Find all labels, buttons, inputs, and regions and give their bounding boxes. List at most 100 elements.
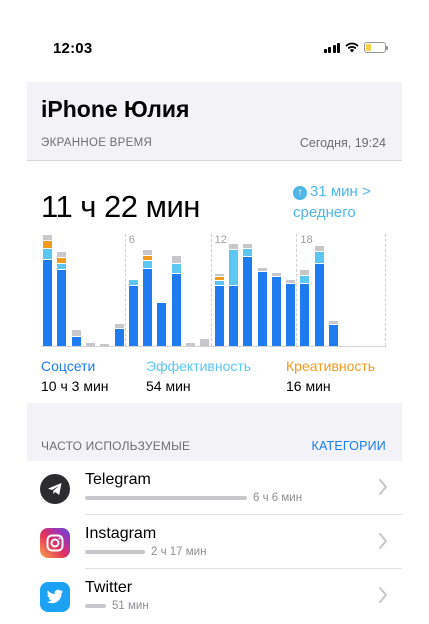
chart-bar xyxy=(200,339,210,346)
legend-value: 16 мин xyxy=(286,378,331,394)
usage-time: 51 мин xyxy=(112,600,149,612)
phone-screen: 12:03 iPhone Юлия ЭКРАННОЕ ВРЕМЯ Сегодня… xyxy=(27,26,402,624)
chart-bar xyxy=(228,244,238,346)
chart-bar-segment xyxy=(200,339,210,346)
compare-value: 31 мин > xyxy=(310,183,371,200)
chart-bar xyxy=(71,329,81,346)
chart-bar-segment xyxy=(171,256,181,264)
chart-bar xyxy=(271,272,281,346)
chart-bar-segment xyxy=(71,329,81,337)
app-name: Instagram xyxy=(85,525,157,542)
legend-value: 10 ч 3 мин xyxy=(41,378,109,394)
chart-bar xyxy=(329,320,338,346)
legend-value: 54 мин xyxy=(146,378,191,394)
battery-icon xyxy=(364,42,388,53)
chart-bar xyxy=(214,274,224,346)
most-used-title: ЧАСТО ИСПОЛЬЗУЕМЫЕ xyxy=(41,439,191,453)
chevron-right-icon xyxy=(379,479,387,495)
chart-bar-segment xyxy=(71,337,81,346)
chart-bar-segment xyxy=(214,285,224,346)
chart-bar-segment xyxy=(314,263,324,346)
usage-time: 2 ч 17 мин xyxy=(151,546,207,558)
legend-label: Креативность xyxy=(286,358,376,374)
status-time: 12:03 xyxy=(53,40,93,57)
chart-bar-segment xyxy=(329,325,338,346)
chart-bar-segment xyxy=(143,268,153,346)
chart-bar-segment xyxy=(271,277,281,346)
usage-time: 6 ч 6 мин xyxy=(253,492,303,504)
chart-tick-label: 6 xyxy=(128,234,135,246)
chart-bar xyxy=(85,342,95,346)
chart-bar xyxy=(314,246,324,346)
chart-bar xyxy=(57,251,67,346)
chart-bar-segment xyxy=(300,284,310,346)
wifi-icon xyxy=(345,42,359,53)
chart-gridline xyxy=(296,234,298,346)
chart-bar-segment xyxy=(43,240,52,248)
cellular-signal-icon xyxy=(323,42,340,53)
chart-bar xyxy=(300,270,310,346)
chart-bar-segment xyxy=(143,260,153,268)
chart-bar xyxy=(128,279,138,346)
usage-chart: 061218 xyxy=(41,234,386,347)
chart-bar xyxy=(100,344,110,346)
most-used-header: ЧАСТО ИСПОЛЬЗУЕМЫЕ КАТЕГОРИИ xyxy=(27,403,402,461)
app-row-twitter[interactable]: Twitter 51 мин xyxy=(27,569,402,623)
usage-bar xyxy=(85,496,247,500)
usage-bar xyxy=(85,550,145,554)
chart-bar xyxy=(257,267,267,346)
chart-bar-segment xyxy=(243,256,253,346)
chart-baseline xyxy=(41,346,386,347)
chart-bar xyxy=(286,279,296,346)
chart-gridline xyxy=(210,234,212,346)
chart-bar xyxy=(186,342,195,346)
usage-bar-container: 6 ч 6 мин xyxy=(85,492,302,504)
screen-time-card[interactable]: 11 ч 22 мин ↑31 мин > среднего 061218 Со… xyxy=(27,160,402,403)
chart-bar xyxy=(114,324,124,346)
instagram-icon xyxy=(40,528,70,558)
chart-bar-segment xyxy=(157,303,167,346)
chart-gridline xyxy=(124,234,126,346)
chart-bar-segment xyxy=(286,284,296,346)
chart-tick-label: 18 xyxy=(300,234,313,246)
chart-bar-segment xyxy=(171,273,181,346)
total-screen-time: 11 ч 22 мин xyxy=(41,189,200,224)
chevron-right-icon xyxy=(379,533,387,549)
legend-label: Соцсети xyxy=(41,358,96,374)
chart-bar-segment xyxy=(228,285,238,346)
chart-bar-segment xyxy=(57,270,67,346)
chevron-right-icon xyxy=(379,587,387,603)
chart-bar xyxy=(43,234,52,346)
usage-bar xyxy=(85,604,106,608)
device-title: iPhone Юлия xyxy=(41,96,190,122)
chart-bar-segment xyxy=(257,272,267,346)
chart-bar-segment xyxy=(243,248,253,256)
average-comparison[interactable]: ↑ 31 мин > среднего xyxy=(293,181,371,223)
chart-bar-segment xyxy=(100,344,110,346)
legend-social: Соцсети 10 ч 3 мин xyxy=(41,358,109,394)
usage-bar-container: 51 мин xyxy=(85,600,149,612)
chart-bar-segment xyxy=(43,260,52,346)
twitter-icon xyxy=(40,582,70,612)
compare-label: среднего xyxy=(293,204,356,221)
chart-tick-label: 12 xyxy=(214,234,227,246)
chart-bar xyxy=(157,303,167,346)
chart-bar-segment xyxy=(186,342,195,346)
app-name: Telegram xyxy=(85,471,151,488)
app-name: Twitter xyxy=(85,579,133,596)
chart-bar-segment xyxy=(171,264,181,273)
chart-bar-segment xyxy=(128,285,138,346)
legend-creativity: Креативность 16 мин xyxy=(286,358,375,394)
arrow-up-circle-icon: ↑ xyxy=(293,186,307,200)
page-header: iPhone Юлия ЭКРАННОЕ ВРЕМЯ Сегодня, 19:2… xyxy=(27,82,402,160)
categories-link[interactable]: КАТЕГОРИИ xyxy=(311,439,386,453)
chart-bar-segment xyxy=(114,328,124,346)
timestamp: Сегодня, 19:24 xyxy=(299,136,386,150)
app-row-instagram[interactable]: Instagram 2 ч 17 мин xyxy=(27,515,402,569)
chart-bar-segment xyxy=(228,250,238,285)
chart-bar-segment xyxy=(43,248,52,260)
app-row-telegram[interactable]: Telegram 6 ч 6 мин xyxy=(27,461,402,515)
chart-bar-segment xyxy=(314,252,324,263)
chart-bar xyxy=(143,250,153,346)
legend-label: Эффективность xyxy=(146,358,252,374)
